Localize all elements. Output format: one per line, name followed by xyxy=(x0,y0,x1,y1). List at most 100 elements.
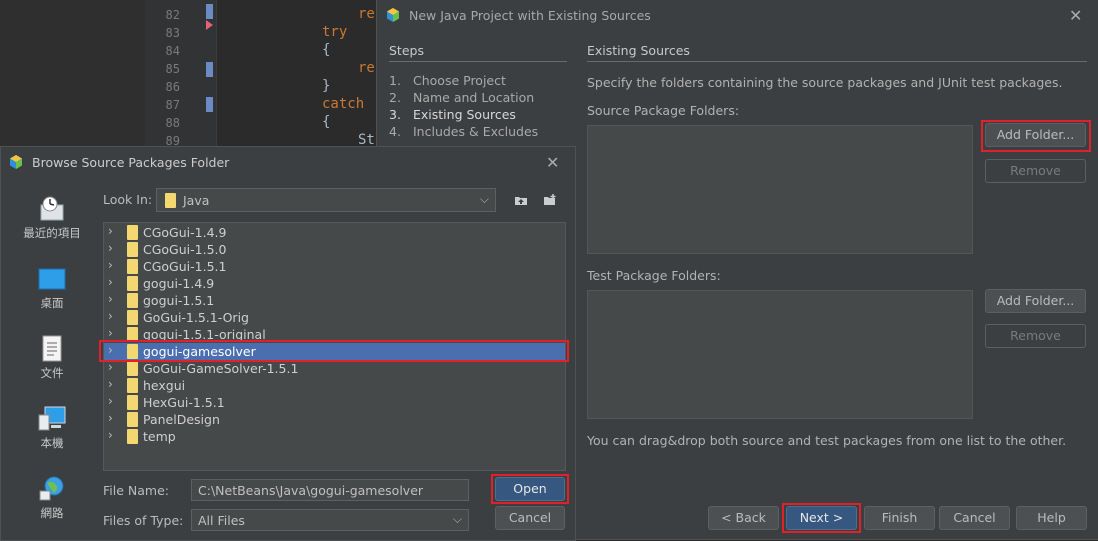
chevron-right-icon[interactable]: › xyxy=(108,275,113,289)
folder-row[interactable]: › PanelDesign xyxy=(104,411,565,428)
files-of-type-label: Files of Type: xyxy=(103,513,184,528)
chevron-right-icon[interactable]: › xyxy=(108,326,113,340)
cancel-button[interactable]: Cancel xyxy=(939,506,1010,530)
folder-row[interactable]: › HexGui-1.5.1 xyxy=(104,394,565,411)
file-name-field[interactable]: C:\NetBeans\Java\gogui-gamesolver xyxy=(191,479,469,501)
folder-icon xyxy=(127,242,138,257)
steps-heading: Steps xyxy=(389,43,424,58)
back-button[interactable]: < Back xyxy=(708,506,779,530)
test-folders-label: Test Package Folders: xyxy=(587,268,721,283)
chevron-right-icon[interactable]: › xyxy=(108,360,113,374)
folder-icon xyxy=(127,259,138,274)
file-name-label: File Name: xyxy=(103,483,169,498)
change-marker xyxy=(206,4,213,19)
browse-titlebar: Browse Source Packages Folder ✕ xyxy=(1,147,575,179)
line-number: 82 xyxy=(165,8,180,22)
browse-cancel-button[interactable]: Cancel xyxy=(495,506,565,530)
source-folders-list[interactable] xyxy=(587,125,973,254)
change-marker xyxy=(206,97,213,112)
folder-row[interactable]: › gogui-1.4.9 xyxy=(104,275,565,292)
highlight-box xyxy=(782,503,861,533)
line-number: 86 xyxy=(165,80,180,94)
computer-icon xyxy=(38,406,66,431)
place-documents[interactable]: 文件 xyxy=(9,335,95,381)
look-in-combo[interactable]: Java ⌵ xyxy=(156,188,496,212)
chevron-down-icon: ⌵ xyxy=(479,192,489,206)
code-line: { xyxy=(322,114,331,130)
folder-row[interactable]: › hexgui xyxy=(104,377,565,394)
step-item-current: 3. Existing Sources xyxy=(389,107,516,122)
highlight-box xyxy=(491,474,569,504)
chevron-right-icon[interactable]: › xyxy=(108,224,113,238)
place-label: 最近的項目 xyxy=(23,226,81,240)
chevron-right-icon[interactable]: › xyxy=(108,258,113,272)
change-marker xyxy=(206,62,213,77)
finish-button[interactable]: Finish xyxy=(864,506,935,530)
source-folders-label: Source Package Folders: xyxy=(587,103,740,118)
folder-name: PanelDesign xyxy=(143,412,220,427)
chevron-down-icon: ⌵ xyxy=(452,512,462,526)
add-test-folder-button[interactable]: Add Folder... xyxy=(985,289,1086,313)
place-label: 本機 xyxy=(40,436,64,450)
folder-name: GoGui-1.5.1-Orig xyxy=(143,310,249,325)
folder-row[interactable]: › CGoGui-1.5.0 xyxy=(104,241,565,258)
close-icon[interactable]: ✕ xyxy=(546,153,559,172)
line-number: 84 xyxy=(165,44,180,58)
close-icon[interactable]: ✕ xyxy=(1069,6,1082,25)
place-label: 文件 xyxy=(40,366,64,380)
folder-row[interactable]: › GoGui-GameSolver-1.5.1 xyxy=(104,360,565,377)
drag-drop-hint: You can drag&drop both source and test p… xyxy=(587,433,1067,448)
chevron-right-icon[interactable]: › xyxy=(108,309,113,323)
highlight-box xyxy=(99,340,569,362)
up-one-level-icon[interactable] xyxy=(514,194,528,206)
folder-row[interactable]: › gogui-1.5.1 xyxy=(104,292,565,309)
browse-title: Browse Source Packages Folder xyxy=(32,155,230,170)
folder-name: CGoGui-1.4.9 xyxy=(143,225,227,240)
chevron-right-icon[interactable]: › xyxy=(108,377,113,391)
folder-row[interactable]: › temp xyxy=(104,428,565,445)
new-folder-icon[interactable] xyxy=(543,194,557,206)
files-of-type-value: All Files xyxy=(198,513,245,528)
netbeans-logo-icon xyxy=(387,8,399,22)
look-in-label: Look In: xyxy=(103,192,153,207)
folder-name: gogui-1.5.1 xyxy=(143,293,215,308)
place-desktop[interactable]: 桌面 xyxy=(9,267,95,311)
step-item: 1. Choose Project xyxy=(389,73,506,88)
divider xyxy=(587,61,1087,62)
folder-name: temp xyxy=(143,429,176,444)
line-number: 87 xyxy=(165,98,180,112)
chevron-right-icon[interactable]: › xyxy=(108,411,113,425)
folder-row[interactable]: › CGoGui-1.4.9 xyxy=(104,224,565,241)
folder-name: GoGui-GameSolver-1.5.1 xyxy=(143,361,299,376)
code-line: re xyxy=(358,60,375,76)
place-label: 桌面 xyxy=(40,296,64,310)
line-number: 83 xyxy=(165,26,180,40)
folder-name: CGoGui-1.5.0 xyxy=(143,242,227,257)
code-line: catch xyxy=(322,96,365,112)
files-of-type-combo[interactable]: All Files ⌵ xyxy=(191,509,469,531)
code-line: try xyxy=(322,24,348,40)
chevron-right-icon[interactable]: › xyxy=(108,292,113,306)
folder-icon xyxy=(127,293,138,308)
network-globe-icon xyxy=(39,476,64,501)
chevron-right-icon[interactable]: › xyxy=(108,428,113,442)
chevron-right-icon[interactable]: › xyxy=(108,241,113,255)
code-area xyxy=(217,0,377,160)
section-title: Existing Sources xyxy=(587,43,690,58)
folder-row[interactable]: › CGoGui-1.5.1 xyxy=(104,258,565,275)
section-description: Specify the folders containing the sourc… xyxy=(587,75,1063,90)
folder-icon xyxy=(127,361,138,376)
desktop-icon xyxy=(38,268,66,290)
remove-test-folder-button[interactable]: Remove xyxy=(985,324,1086,348)
test-folders-list[interactable] xyxy=(587,290,973,419)
folder-icon xyxy=(127,225,138,240)
place-this-pc[interactable]: 本機 xyxy=(9,405,95,451)
place-network[interactable]: 網路 xyxy=(9,475,95,521)
folder-icon xyxy=(127,378,138,393)
folder-row[interactable]: › GoGui-1.5.1-Orig xyxy=(104,309,565,326)
place-recent-items[interactable]: 最近的項目 xyxy=(9,195,95,241)
recent-items-icon xyxy=(40,196,64,221)
chevron-right-icon[interactable]: › xyxy=(108,394,113,408)
help-button[interactable]: Help xyxy=(1016,506,1087,530)
remove-source-folder-button[interactable]: Remove xyxy=(985,159,1086,183)
